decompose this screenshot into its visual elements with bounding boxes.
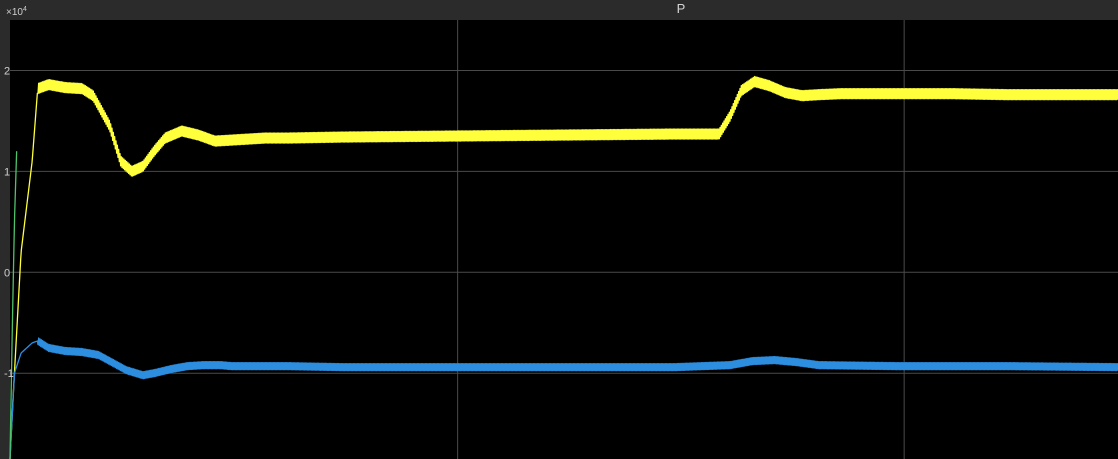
y-axis-multiplier-exponent: 4 bbox=[23, 6, 27, 13]
y-tick-label: 2 bbox=[4, 65, 10, 77]
y-tick-label: 1 bbox=[4, 166, 10, 178]
y-tick-label: -1 bbox=[4, 368, 14, 380]
scope-chart: P ×104 2 1 0 -1 bbox=[0, 0, 1118, 459]
y-axis-multiplier-base: ×10 bbox=[6, 7, 23, 18]
y-tick-label: 0 bbox=[4, 267, 10, 279]
plot-area bbox=[10, 20, 1118, 459]
chart-title: P bbox=[677, 1, 686, 16]
